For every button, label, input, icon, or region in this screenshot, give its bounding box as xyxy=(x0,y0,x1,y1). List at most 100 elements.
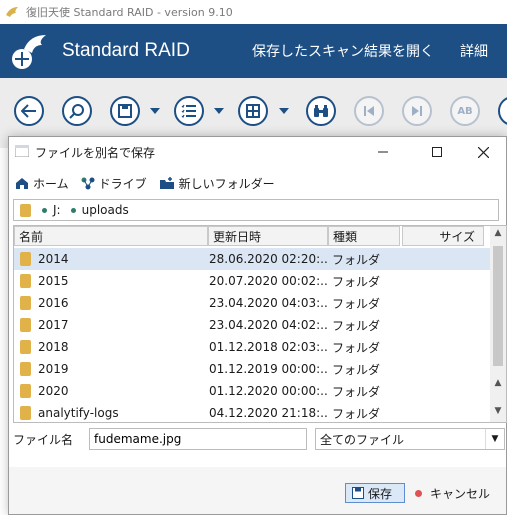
file-row[interactable]: 2018 01.12.2018 02:03:... フォルダ xyxy=(14,336,492,358)
filename-input[interactable] xyxy=(89,428,307,450)
file-type: フォルダ xyxy=(332,252,381,267)
scroll-down-icon[interactable]: ▼ xyxy=(490,406,506,416)
more-button[interactable] xyxy=(498,96,507,126)
file-row[interactable]: 2019 01.12.2019 00:00:... フォルダ xyxy=(14,358,492,380)
chevron-down-icon[interactable]: ▼ xyxy=(485,429,504,449)
file-name: 2018 xyxy=(38,340,69,354)
column-header-size[interactable]: サイズ xyxy=(402,226,484,246)
folder-icon xyxy=(20,406,31,420)
cancel-label: キャンセル xyxy=(430,486,491,501)
window-icon xyxy=(15,145,29,157)
save-button[interactable]: 保存 xyxy=(345,483,405,503)
ab-button[interactable]: AB xyxy=(450,96,480,126)
angel-logo-icon xyxy=(6,7,18,17)
file-row[interactable]: 2015 20.07.2020 00:02:... フォルダ xyxy=(14,270,492,292)
file-row[interactable]: analytify-logs 04.12.2020 21:18:... フォルダ xyxy=(14,402,492,422)
save-dropdown-arrow[interactable] xyxy=(150,108,160,114)
home-icon xyxy=(16,177,28,189)
brand-name: Standard RAID xyxy=(62,40,190,61)
dialog-footer: 保存 キャンセル xyxy=(9,467,506,514)
file-name: 2017 xyxy=(38,318,69,332)
column-header-modified[interactable]: 更新日時 xyxy=(208,226,328,246)
previous-icon xyxy=(364,106,374,116)
dialog-title: ファイルを別名で保存 xyxy=(35,145,156,160)
file-list-scrollbar[interactable]: ▲ ▲ ▼ xyxy=(490,226,506,422)
maximize-button[interactable] xyxy=(414,137,460,167)
file-date: 01.12.2018 02:03:... xyxy=(209,340,327,354)
path-bar[interactable]: J: uploads xyxy=(13,199,499,221)
new-folder-label: 新しいフォルダー xyxy=(178,176,275,191)
open-saved-scan-link[interactable]: 保存したスキャン結果を開く xyxy=(252,41,434,61)
file-name: 2016 xyxy=(38,296,69,310)
find-button[interactable] xyxy=(306,96,336,126)
new-folder-link[interactable]: 新しいフォルダー xyxy=(159,175,275,192)
grid-dropdown-arrow[interactable] xyxy=(279,108,289,114)
file-name: 2019 xyxy=(38,362,69,376)
file-type: フォルダ xyxy=(332,406,381,421)
column-header-name[interactable]: 名前 xyxy=(14,226,208,246)
path-separator-icon xyxy=(42,207,47,213)
file-type: フォルダ xyxy=(332,318,381,333)
list-dropdown-arrow[interactable] xyxy=(214,108,224,114)
previous-button[interactable] xyxy=(354,96,384,126)
grid-button[interactable] xyxy=(238,96,268,126)
path-separator-icon xyxy=(70,207,76,213)
next-icon xyxy=(412,106,422,116)
filetype-select[interactable]: 全てのファイル ▼ xyxy=(315,428,505,450)
back-button[interactable] xyxy=(14,96,44,126)
file-row[interactable]: 2016 23.04.2020 04:03:... フォルダ xyxy=(14,292,492,314)
minimize-icon xyxy=(378,151,388,153)
folder-icon xyxy=(20,296,31,310)
file-row[interactable]: 2017 23.04.2020 04:02:... フォルダ xyxy=(14,314,492,336)
filetype-value: 全てのファイル xyxy=(320,432,405,447)
file-type: フォルダ xyxy=(332,340,381,355)
close-button[interactable] xyxy=(460,137,506,167)
cancel-icon xyxy=(415,489,422,497)
list-button[interactable] xyxy=(174,96,204,126)
home-link[interactable]: ホーム xyxy=(15,175,69,192)
search-button[interactable] xyxy=(62,96,92,126)
cancel-button[interactable]: キャンセル xyxy=(415,483,490,503)
scroll-up-icon[interactable]: ▲ xyxy=(490,378,506,388)
new-folder-icon xyxy=(159,176,174,189)
file-row[interactable]: 2014 28.06.2020 02:20:... フォルダ xyxy=(14,248,492,270)
file-list: 名前 更新日時 種類 サイズ 2014 28.06.2020 02:20:...… xyxy=(13,225,507,423)
next-button[interactable] xyxy=(402,96,432,126)
filename-label: ファイル名 xyxy=(13,433,74,447)
minimize-button[interactable] xyxy=(360,137,406,167)
details-link[interactable]: 詳細 xyxy=(460,41,488,61)
folder-icon xyxy=(20,252,31,266)
header-nav: 保存したスキャン結果を開く 詳細 xyxy=(252,24,507,78)
file-date: 04.12.2020 21:18:... xyxy=(209,406,327,420)
scroll-up-icon[interactable]: ▲ xyxy=(490,228,506,238)
dialog-title-bar: ファイルを別名で保存 xyxy=(9,137,506,167)
back-icon xyxy=(21,104,36,118)
save-toolbar-button[interactable] xyxy=(110,96,140,126)
drive-link[interactable]: ドライブ xyxy=(81,175,147,192)
file-type: フォルダ xyxy=(332,362,381,377)
scrollbar-thumb[interactable] xyxy=(493,246,503,366)
dialog-nav: ホーム ドライブ 新しいフォルダー xyxy=(15,173,287,193)
home-label: ホーム xyxy=(33,176,69,191)
path-drive[interactable]: J: xyxy=(53,203,61,217)
folder-icon xyxy=(20,384,31,398)
file-date: 28.06.2020 02:20:... xyxy=(209,252,327,266)
file-name: analytify-logs xyxy=(38,406,119,420)
folder-icon xyxy=(20,204,31,217)
column-header-type[interactable]: 種類 xyxy=(328,226,400,246)
brand-logo-icon xyxy=(12,35,46,69)
app-header: Standard RAID 保存したスキャン結果を開く 詳細 xyxy=(0,24,507,78)
file-type: フォルダ xyxy=(332,384,381,399)
path-folder[interactable]: uploads xyxy=(82,203,129,217)
file-date: 23.04.2020 04:02:... xyxy=(209,318,327,332)
drive-icon xyxy=(81,177,95,189)
file-name: 2014 xyxy=(38,252,69,266)
file-row[interactable]: 2020 01.12.2020 00:00:... フォルダ xyxy=(14,380,492,402)
folder-icon xyxy=(20,362,31,376)
file-date: 20.07.2020 00:02:... xyxy=(209,274,327,288)
binoculars-icon xyxy=(314,105,328,117)
close-icon xyxy=(477,146,489,158)
file-name: 2020 xyxy=(38,384,69,398)
app-title-bar: 復旧天使 Standard RAID - version 9.10 xyxy=(0,0,507,24)
folder-icon xyxy=(20,340,31,354)
